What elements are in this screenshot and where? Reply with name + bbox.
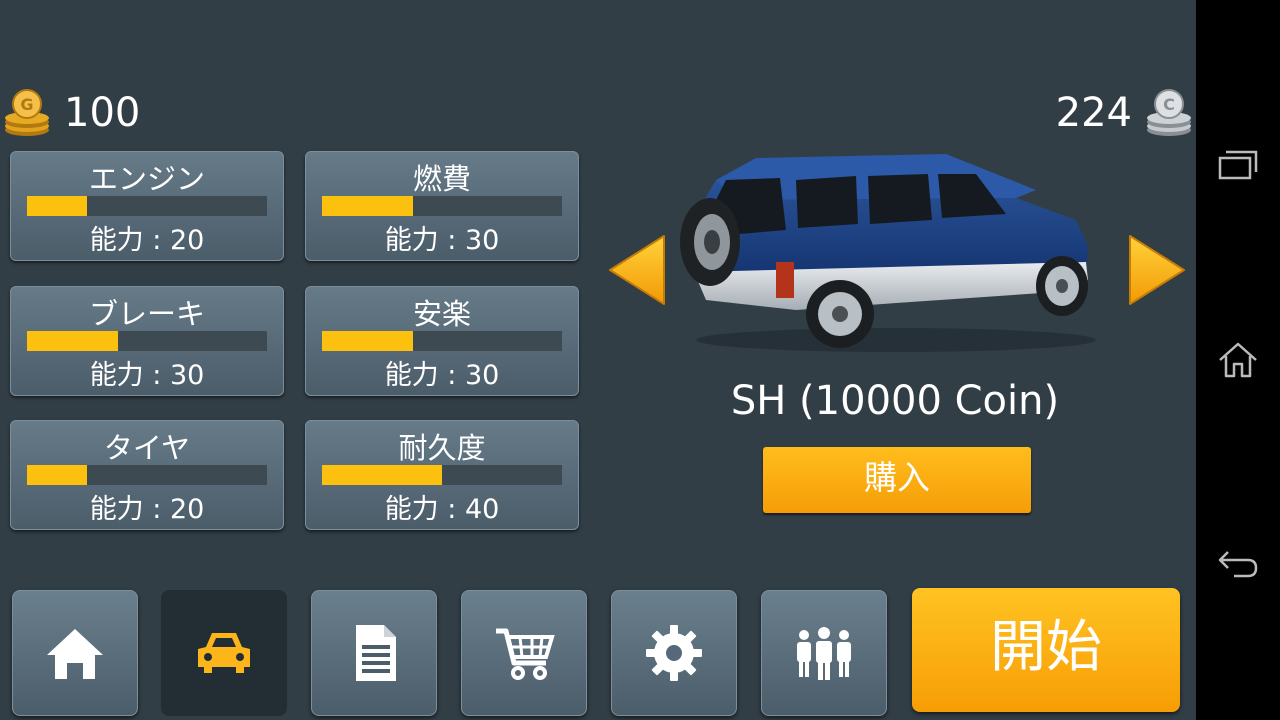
stat-value: 能力 : 30 xyxy=(384,360,500,391)
tab-document[interactable] xyxy=(311,590,437,716)
gear-icon xyxy=(646,625,702,681)
tab-settings[interactable] xyxy=(611,590,737,716)
silver-coins-icon: C xyxy=(1147,89,1191,136)
gold-currency: G 100 xyxy=(2,88,140,138)
recent-apps-icon xyxy=(1218,150,1258,180)
cart-icon xyxy=(496,628,555,680)
stat-bar-fill xyxy=(322,331,414,351)
home-icon xyxy=(47,629,103,679)
back-icon xyxy=(1218,551,1258,578)
stat-engine[interactable]: エンジン 能力 : 20 xyxy=(10,151,284,261)
system-back-button[interactable] xyxy=(1214,536,1262,584)
stat-fuel-economy[interactable]: 燃費 能力 : 30 xyxy=(305,151,579,261)
stat-name: 安楽 xyxy=(412,297,471,331)
tab-community[interactable] xyxy=(761,590,887,716)
stat-durability[interactable]: 耐久度 能力 : 40 xyxy=(305,420,579,530)
stat-bar-fill xyxy=(27,331,119,351)
car-icon xyxy=(198,633,250,673)
system-navigation-bar xyxy=(1196,0,1280,720)
stat-brake[interactable]: ブレーキ 能力 : 30 xyxy=(10,286,284,396)
prev-car-arrow-icon[interactable] xyxy=(606,232,666,308)
stat-bar xyxy=(27,465,267,485)
stat-bar xyxy=(322,196,562,216)
stat-bar xyxy=(322,331,562,351)
stat-tire[interactable]: タイヤ 能力 : 20 xyxy=(10,420,284,530)
stat-bar xyxy=(27,196,267,216)
stat-value: 能力 : 30 xyxy=(89,360,205,391)
stat-value: 能力 : 30 xyxy=(384,225,500,256)
svg-text:G: G xyxy=(20,95,33,114)
stat-bar-fill xyxy=(322,196,414,216)
stat-name: ブレーキ xyxy=(88,297,205,331)
gold-amount: 100 xyxy=(64,90,141,136)
silver-currency: 224 C xyxy=(1056,88,1194,138)
stat-name: 燃費 xyxy=(412,162,471,196)
home-icon xyxy=(1219,342,1257,378)
tab-shop[interactable] xyxy=(461,590,587,716)
car-name-price: SH (10000 Coin) xyxy=(730,378,1060,424)
buy-button[interactable]: 購入 xyxy=(763,447,1031,513)
next-car-arrow-icon[interactable] xyxy=(1128,232,1188,308)
tab-home[interactable] xyxy=(12,590,138,716)
stat-value: 能力 : 40 xyxy=(384,494,500,525)
gold-coins-icon: G xyxy=(5,89,49,136)
system-home-button[interactable] xyxy=(1214,336,1262,384)
stat-bar-fill xyxy=(27,196,87,216)
silver-amount: 224 xyxy=(1055,90,1132,136)
stat-bar-fill xyxy=(27,465,87,485)
tab-garage[interactable] xyxy=(161,590,287,716)
start-button[interactable]: 開始 xyxy=(912,588,1180,712)
recent-apps-button[interactable] xyxy=(1214,140,1262,188)
stat-bar-fill xyxy=(322,465,442,485)
stat-bar xyxy=(322,465,562,485)
svg-text:C: C xyxy=(1163,95,1175,114)
car-preview-image xyxy=(680,154,1096,352)
people-icon xyxy=(797,627,851,680)
stat-comfort[interactable]: 安楽 能力 : 30 xyxy=(305,286,579,396)
stat-name: タイヤ xyxy=(103,431,191,465)
game-screen: G 100 224 C エンジン 能力 : 20 燃費 能力 : 30 ブレーキ… xyxy=(0,0,1196,720)
stat-value: 能力 : 20 xyxy=(89,225,205,256)
document-icon xyxy=(356,625,396,681)
stat-bar xyxy=(27,331,267,351)
stat-name: エンジン xyxy=(88,162,205,196)
stat-value: 能力 : 20 xyxy=(89,494,205,525)
stat-name: 耐久度 xyxy=(398,431,486,465)
